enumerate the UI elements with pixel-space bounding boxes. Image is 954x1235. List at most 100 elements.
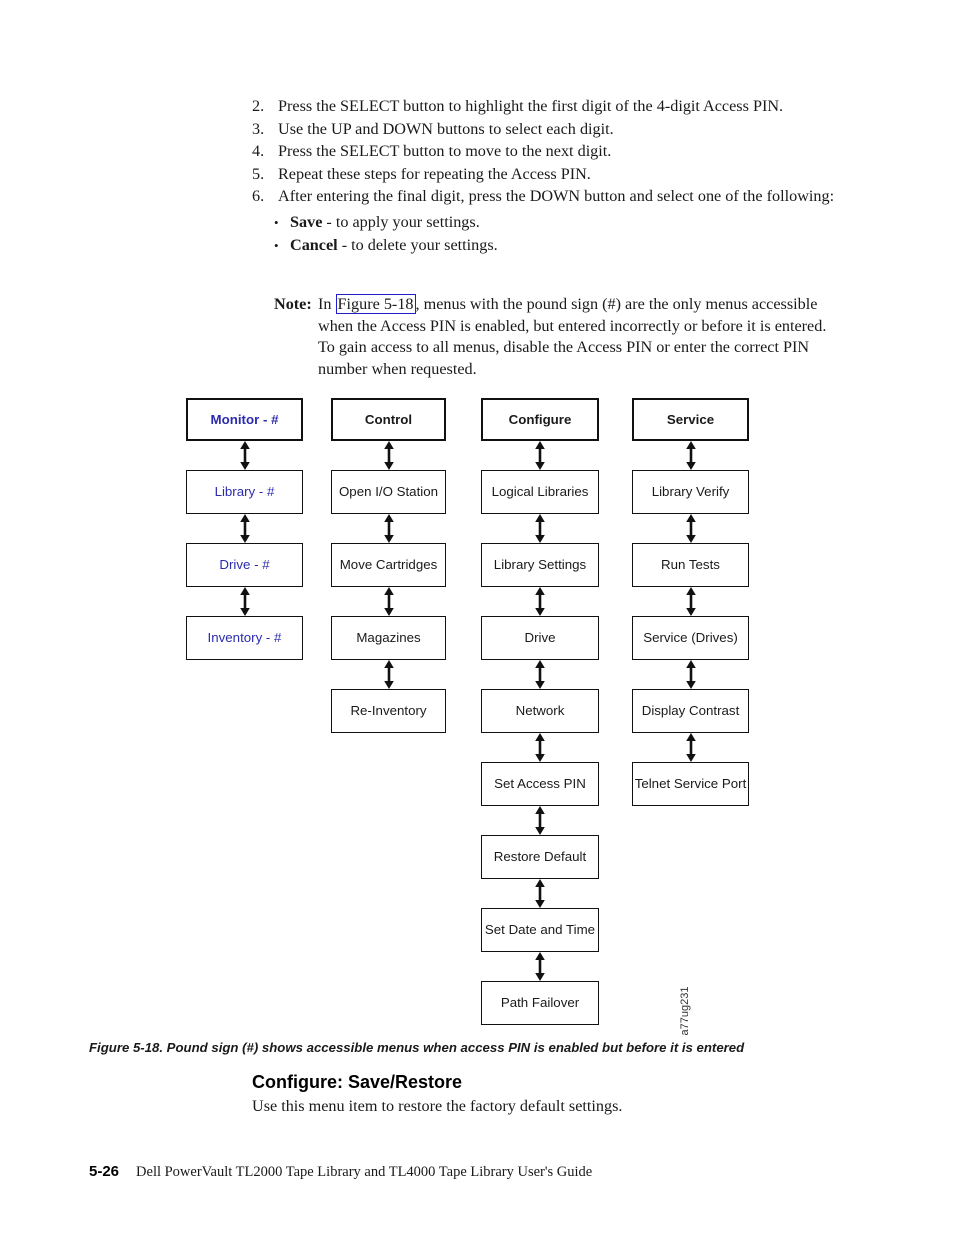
diagram-node-label: Drive - # — [219, 557, 270, 573]
page-footer: 5-26 Dell PowerVault TL2000 Tape Library… — [89, 1163, 889, 1181]
double-arrow-icon — [481, 441, 599, 470]
bullet-glyph: • — [274, 237, 279, 253]
diagram-node-service-2: Run Tests — [632, 543, 749, 587]
footer-document-title: Dell PowerVault TL2000 Tape Library and … — [136, 1164, 593, 1180]
diagram-node-control-1: Open I/O Station — [331, 470, 446, 514]
diagram-column-configure: Configure Logical Libraries Library Settin… — [481, 398, 599, 1025]
diagram-node-label: Configure — [508, 411, 572, 427]
list-item-text: Save - to apply your settings. — [290, 211, 842, 234]
procedure-list: 2. Press the SELECT button to highlight … — [252, 96, 842, 257]
diagram-node-label: Open I/O Station — [338, 484, 439, 500]
double-arrow-icon — [632, 587, 749, 616]
bullet-glyph: • — [274, 214, 279, 230]
double-arrow-icon — [481, 952, 599, 981]
diagram-node-label: Telnet Service Port — [634, 776, 747, 792]
diagram-node-monitor-1: Library - # — [186, 470, 303, 514]
diagram-node-configure-4: Network — [481, 689, 599, 733]
diagram-node-control-2: Move Cartridges — [331, 543, 446, 587]
diagram-node-service-3: Service (Drives) — [632, 616, 749, 660]
section-body-text: Use this menu item to restore the factor… — [252, 1097, 623, 1115]
list-item-text: Repeat these steps for repeating the Acc… — [278, 164, 591, 183]
diagram-node-label: Move Cartridges — [339, 557, 438, 573]
diagram-node-label: Drive — [524, 630, 556, 646]
list-item-number: 6. — [252, 187, 265, 205]
diagram-node-service-1: Library Verify — [632, 470, 749, 514]
list-item: 2. Press the SELECT button to highlight … — [252, 96, 842, 118]
diagram-node-monitor-3: Inventory - # — [186, 616, 303, 660]
diagram-node-label: Library Verify — [651, 484, 730, 500]
list-item: 6. After entering the final digit, press… — [252, 186, 842, 208]
list-item-number: 5. — [252, 164, 265, 183]
figure-id-text: a77ug231 — [679, 986, 691, 1036]
list-item-number: 3. — [252, 119, 265, 138]
list-item-term: Save — [290, 212, 323, 231]
diagram-node-label: Service (Drives) — [643, 630, 738, 646]
double-arrow-icon — [481, 660, 599, 689]
double-arrow-icon — [481, 806, 599, 835]
diagram-node-label: Run Tests — [661, 557, 720, 573]
diagram-node-label: Set Date and Time — [484, 922, 596, 938]
diagram-column-service: Service Library Verify Run Tests Service (D… — [632, 398, 749, 806]
list-item-rest: - to apply your settings. — [322, 212, 480, 231]
diagram-node-label: Library - # — [214, 484, 275, 500]
double-arrow-icon — [186, 514, 303, 543]
list-item-text: Use the UP and DOWN buttons to select ea… — [278, 119, 614, 138]
note-label: Note: — [274, 295, 312, 313]
diagram-node-label: Library Settings — [493, 557, 587, 573]
diagram-node-label: Magazines — [356, 630, 421, 646]
double-arrow-icon — [632, 514, 749, 543]
list-item: 5. Repeat these steps for repeating the … — [252, 164, 842, 186]
double-arrow-icon — [331, 587, 446, 616]
diagram-node-control-0: Control — [331, 398, 446, 441]
diagram-node-configure-5: Set Access PIN — [481, 762, 599, 806]
page-title: Configure: Save/Restore — [252, 1072, 463, 1092]
diagram-node-configure-1: Logical Libraries — [481, 470, 599, 514]
diagram-node-control-4: Re-Inventory — [331, 689, 446, 733]
diagram-node-configure-0: Configure — [481, 398, 599, 441]
double-arrow-icon — [331, 514, 446, 543]
diagram-node-configure-3: Drive — [481, 616, 599, 660]
diagram-node-service-4: Display Contrast — [632, 689, 749, 733]
figure-caption: Figure 5-18. Pound sign (#) shows access… — [89, 1040, 745, 1055]
diagram-node-label: Control — [364, 411, 413, 427]
list-item: 4. Press the SELECT button to move to th… — [252, 141, 842, 163]
diagram-node-label: Set Access PIN — [494, 776, 586, 792]
double-arrow-icon — [481, 879, 599, 908]
diagram-node-configure-6: Restore Default — [481, 835, 599, 879]
figure-cross-reference-link[interactable]: Figure 5-18 — [335, 294, 416, 314]
double-arrow-icon — [481, 587, 599, 616]
diagram-node-monitor-2: Drive - # — [186, 543, 303, 587]
list-item: • Cancel - to delete your settings. — [274, 234, 842, 257]
list-item-text: After entering the final digit, press th… — [278, 187, 835, 205]
diagram-node-label: Re-Inventory — [350, 703, 427, 719]
double-arrow-icon — [632, 660, 749, 689]
list-item-text: Press the SELECT button to highlight the… — [278, 97, 784, 115]
list-item-text: Press the SELECT button to move to the n… — [278, 142, 612, 160]
list-item-term: Cancel — [290, 235, 338, 254]
sub-bullet-list: • Save - to apply your settings. • Cance… — [274, 211, 842, 257]
diagram-column-control: Control Open I/O Station Move Cartridges Ma… — [331, 398, 446, 733]
diagram-node-service-0: Service — [632, 398, 749, 441]
diagram-node-configure-7: Set Date and Time — [481, 908, 599, 952]
diagram-node-label: Service — [666, 411, 715, 427]
double-arrow-icon — [481, 514, 599, 543]
diagram-node-label: Inventory - # — [207, 630, 282, 646]
double-arrow-icon — [186, 441, 303, 470]
figure-id-label: a77ug231 — [679, 970, 749, 1040]
list-item-number: 2. — [252, 97, 265, 115]
diagram-node-service-5: Telnet Service Port — [632, 762, 749, 806]
list-item-text: Cancel - to delete your settings. — [290, 234, 842, 257]
list-item: • Save - to apply your settings. — [274, 211, 842, 234]
list-item: 3. Use the UP and DOWN buttons to select… — [252, 119, 842, 141]
diagram-column-monitor: Monitor - # Library - # Drive - # Inventory… — [186, 398, 303, 660]
diagram-node-label: Logical Libraries — [491, 484, 589, 500]
double-arrow-icon — [331, 441, 446, 470]
double-arrow-icon — [481, 733, 599, 762]
diagram-node-configure-2: Library Settings — [481, 543, 599, 587]
double-arrow-icon — [632, 733, 749, 762]
diagram-node-label: Restore Default — [493, 849, 587, 865]
note-text-before: In — [318, 295, 336, 313]
diagram-node-label: Path Failover — [500, 995, 580, 1011]
diagram-node-label: Monitor - # — [210, 411, 279, 427]
note-body: In Figure 5-18, menus with the pound sig… — [318, 294, 844, 380]
